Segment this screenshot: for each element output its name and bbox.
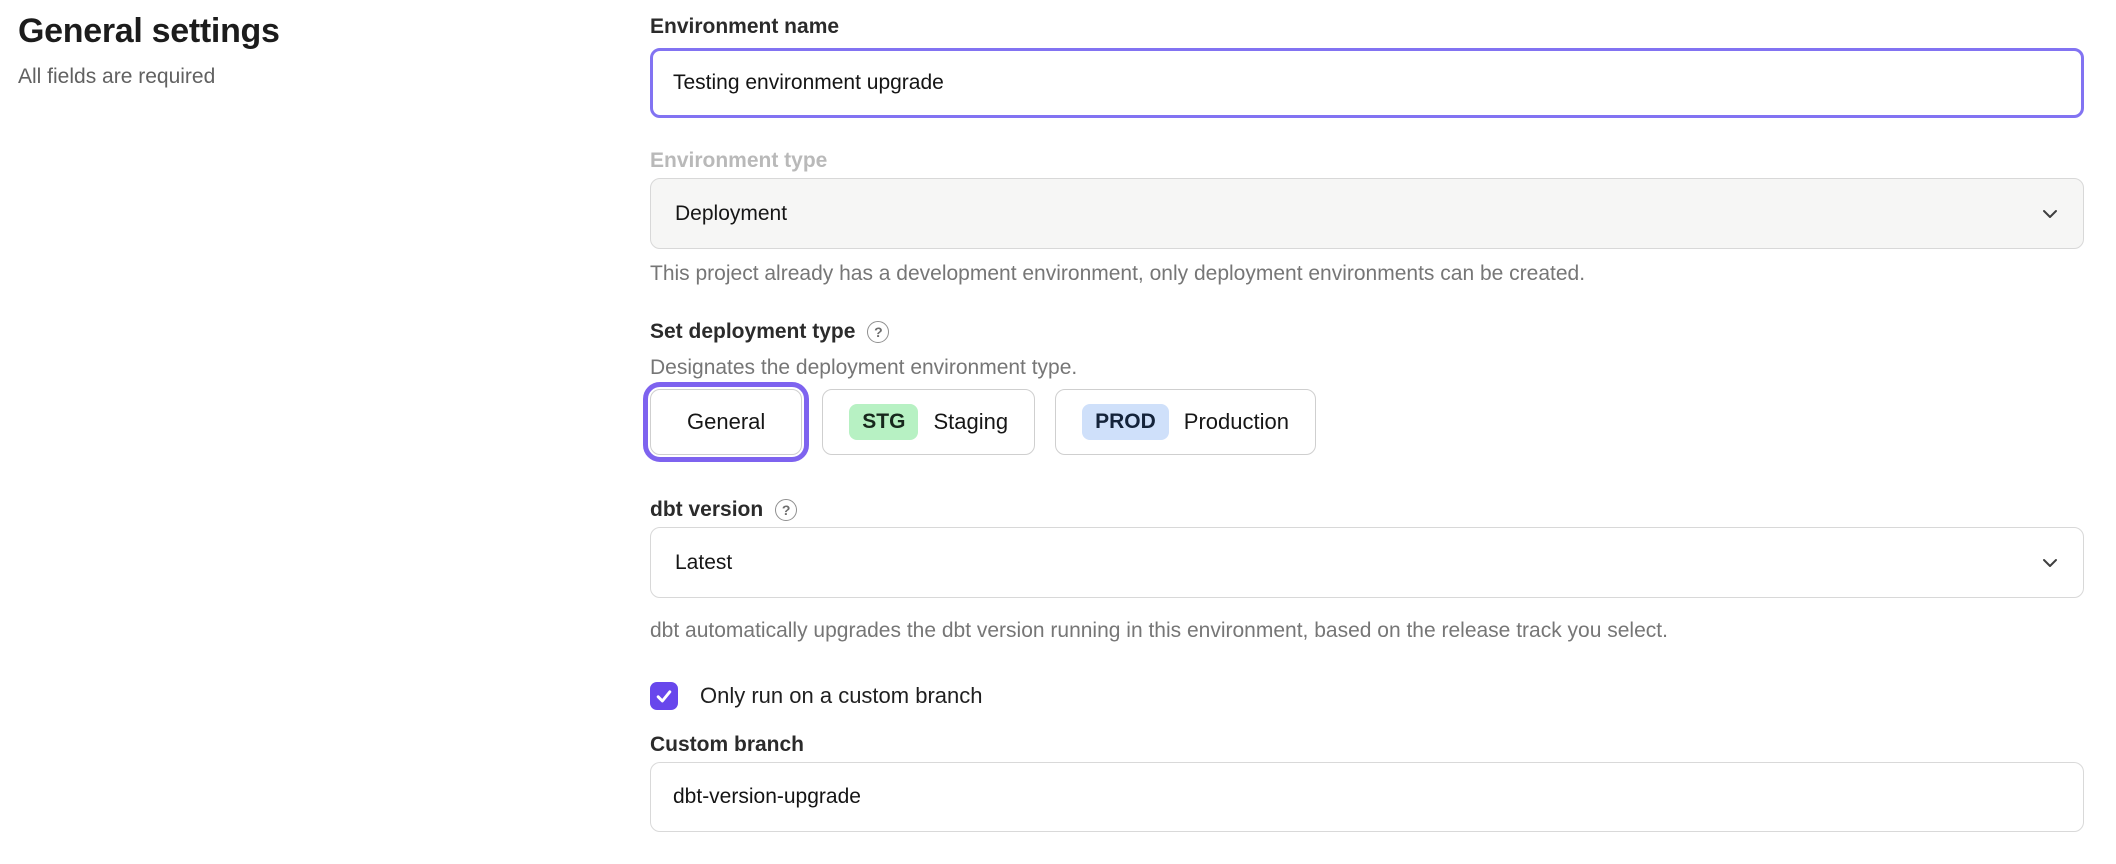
- deployment-type-helper: Designates the deployment environment ty…: [650, 355, 2084, 381]
- custom-branch-checkbox-row: Only run on a custom branch: [650, 682, 2084, 710]
- dbt-version-select[interactable]: Latest: [650, 527, 2084, 598]
- environment-type-label: Environment type: [650, 148, 2084, 174]
- dbt-version-label: dbt version: [650, 497, 2084, 523]
- environment-name-input[interactable]: [650, 48, 2084, 118]
- settings-header: General settings All fields are required: [18, 12, 578, 89]
- custom-branch-checkbox-label[interactable]: Only run on a custom branch: [700, 683, 982, 709]
- deployment-type-label: Set deployment type: [650, 319, 2084, 345]
- chevron-down-icon: [2039, 552, 2061, 574]
- dbt-version-helper: dbt automatically upgrades the dbt versi…: [650, 618, 2084, 644]
- deployment-type-option-staging[interactable]: STG Staging: [822, 389, 1035, 455]
- help-icon[interactable]: [867, 321, 889, 343]
- check-icon: [654, 686, 674, 706]
- deployment-type-option-production[interactable]: PROD Production: [1055, 389, 1316, 455]
- deployment-type-label-text: Set deployment type: [650, 319, 855, 345]
- dbt-version-value: Latest: [675, 551, 732, 575]
- custom-branch-label: Custom branch: [650, 732, 2084, 758]
- staging-option-label: Staging: [933, 409, 1008, 435]
- production-option-label: Production: [1184, 409, 1289, 435]
- deployment-type-options: General STG Staging PROD Production: [650, 389, 2084, 455]
- general-settings-form: Environment name Environment type Deploy…: [650, 0, 2084, 832]
- chevron-down-icon: [2039, 203, 2061, 225]
- environment-type-value: Deployment: [675, 202, 787, 226]
- custom-branch-input[interactable]: [650, 762, 2084, 832]
- environment-type-helper: This project already has a development e…: [650, 261, 2084, 287]
- dbt-version-label-text: dbt version: [650, 497, 763, 523]
- environment-type-select[interactable]: Deployment: [650, 178, 2084, 249]
- custom-branch-checkbox[interactable]: [650, 682, 678, 710]
- deployment-type-option-general[interactable]: General: [650, 389, 802, 455]
- general-option-label: General: [687, 409, 765, 435]
- page-subtitle: All fields are required: [18, 65, 578, 89]
- environment-name-label: Environment name: [650, 14, 2084, 40]
- page-title: General settings: [18, 12, 578, 51]
- production-badge: PROD: [1082, 404, 1169, 440]
- staging-badge: STG: [849, 404, 918, 440]
- help-icon[interactable]: [775, 499, 797, 521]
